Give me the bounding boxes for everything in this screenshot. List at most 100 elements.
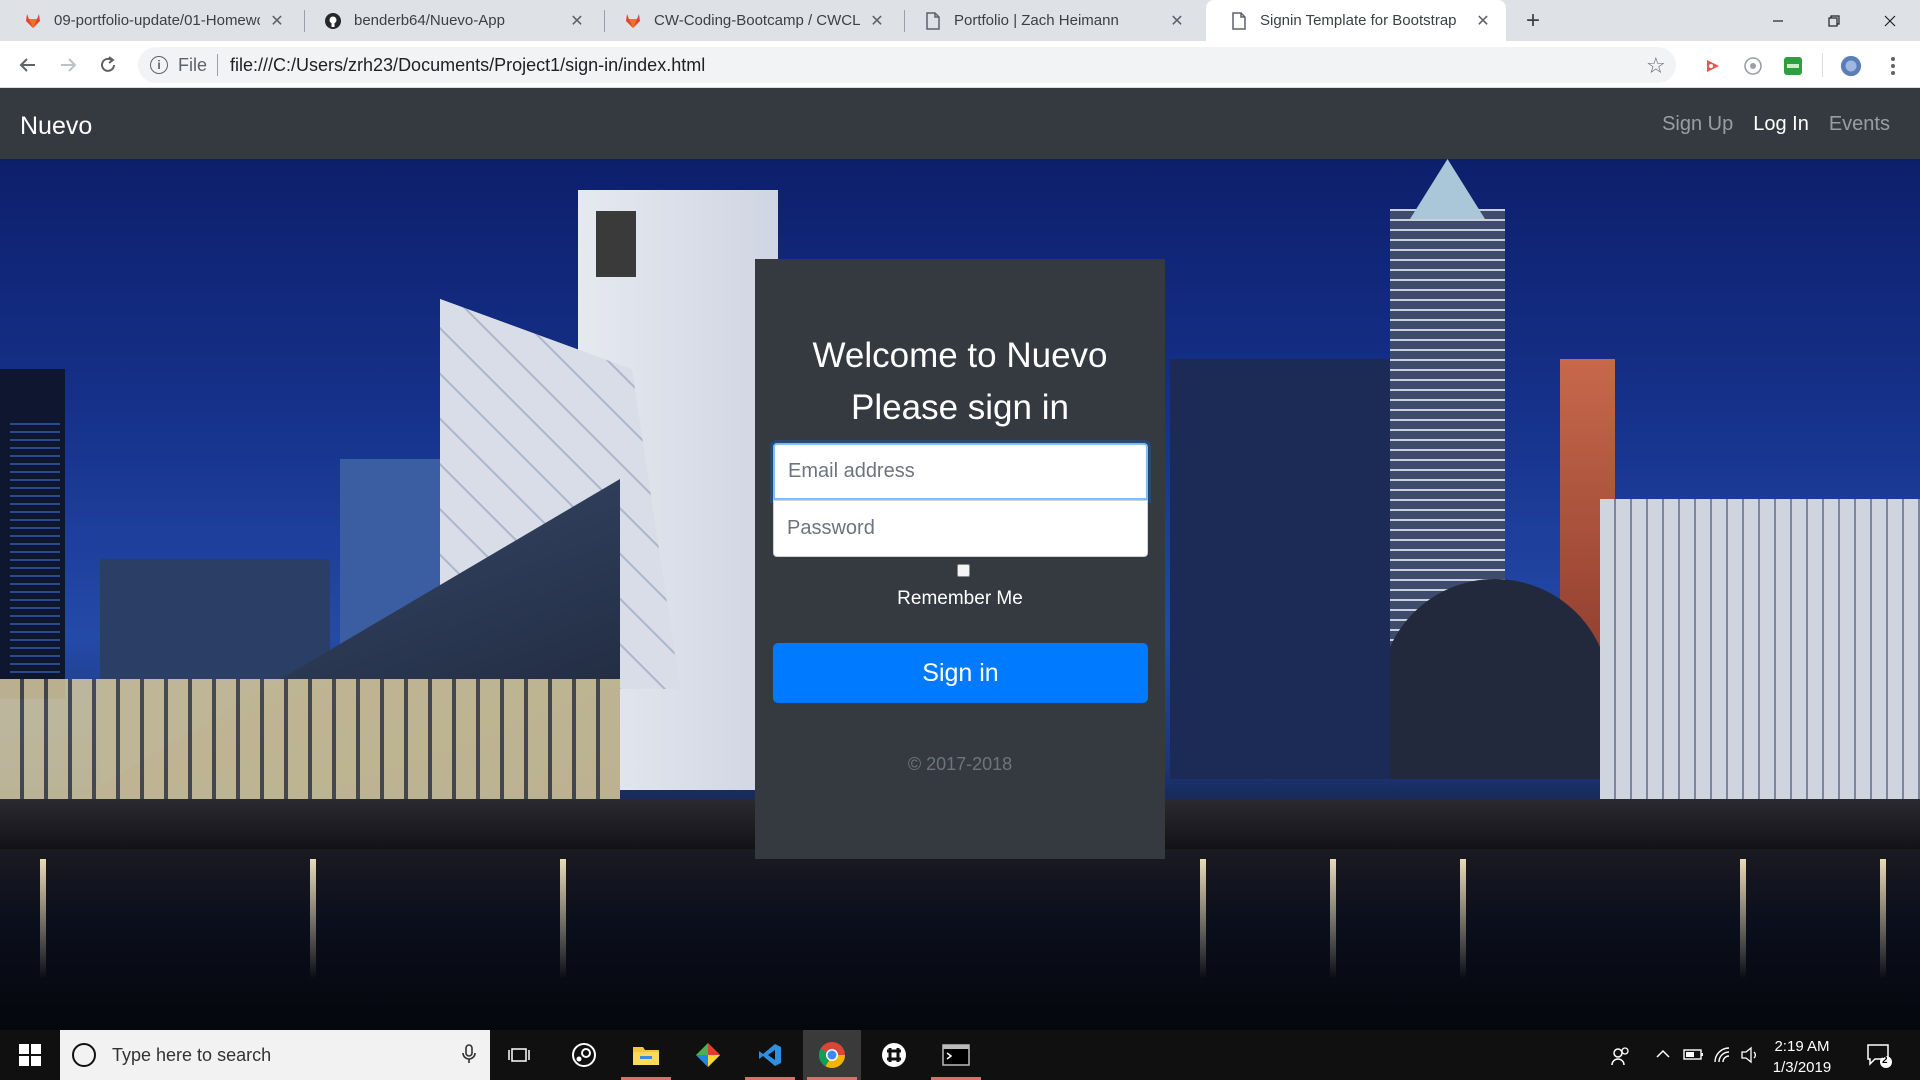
taskbar-app-steam[interactable] — [555, 1030, 613, 1080]
nav-link-events[interactable]: Events — [1829, 113, 1890, 136]
start-button[interactable] — [0, 1030, 60, 1080]
light-reflection — [1880, 859, 1886, 979]
email-input[interactable]: Email address — [773, 443, 1148, 500]
light-reflection — [1740, 859, 1746, 979]
signin-subheading: Please sign in — [851, 388, 1069, 427]
skyline-building — [10, 419, 60, 679]
light-reflection — [310, 859, 316, 979]
battery-icon[interactable] — [1683, 1046, 1705, 1067]
bookmark-star-icon[interactable]: ☆ — [1646, 53, 1666, 79]
terminal-icon — [942, 1044, 970, 1066]
back-arrow-icon — [19, 58, 35, 72]
water-reflection — [0, 849, 1920, 1030]
minimize-button[interactable] — [1750, 0, 1806, 41]
cortana-icon — [72, 1043, 96, 1067]
browser-tab[interactable]: benderb64/Nuevo-App ✕ — [300, 0, 600, 41]
extension-cast-icon[interactable] — [1702, 55, 1724, 77]
light-reflection — [40, 859, 46, 979]
chevron-up-icon[interactable] — [1655, 1046, 1671, 1067]
wifi-icon[interactable] — [1713, 1046, 1733, 1069]
folder-icon — [633, 1047, 659, 1065]
url-scheme-label: File — [178, 54, 208, 75]
tab-close-icon[interactable]: ✕ — [1474, 12, 1492, 30]
action-center-button[interactable]: 2 — [1866, 1042, 1892, 1073]
browser-tab[interactable]: 09-portfolio-update/01-Homewo ✕ — [0, 0, 300, 41]
extension-circle-icon[interactable] — [1742, 55, 1764, 77]
notification-icon — [1867, 1044, 1892, 1068]
taskbar-app-git[interactable] — [679, 1030, 737, 1080]
browser-tab[interactable]: Portfolio | Zach Heimann ✕ — [900, 0, 1200, 41]
new-tab-button[interactable]: + — [1520, 7, 1546, 34]
close-window-button[interactable] — [1862, 0, 1918, 41]
skyline-building — [596, 211, 636, 277]
info-icon[interactable]: i — [150, 56, 168, 74]
tab-close-icon[interactable]: ✕ — [268, 12, 286, 30]
restore-button[interactable] — [1806, 0, 1862, 41]
reload-icon — [101, 56, 115, 72]
browser-tab-active[interactable]: Signin Template for Bootstrap ✕ — [1206, 0, 1506, 41]
slack-icon — [882, 1043, 906, 1067]
skyline-building — [0, 679, 620, 799]
tab-title: benderb64/Nuevo-App — [354, 12, 505, 29]
people-icon[interactable] — [1610, 1046, 1630, 1071]
light-reflection — [560, 859, 566, 979]
gitlab-icon — [624, 12, 642, 30]
chrome-icon — [818, 1042, 846, 1069]
minimize-icon — [1773, 19, 1783, 22]
taskbar-app-file-explorer[interactable] — [617, 1030, 675, 1080]
windows-taskbar: Type here to search 2:19 AM 1/3/2019 2 — [0, 1030, 1920, 1080]
menu-kebab-icon[interactable] — [1882, 55, 1904, 77]
omnibox-separator — [217, 54, 219, 76]
profile-avatar-icon[interactable] — [1840, 55, 1862, 77]
taskbar-app-slack[interactable] — [865, 1030, 923, 1080]
url-text: file:///C:/Users/zrh23/Documents/Project… — [230, 54, 706, 75]
browser-tab[interactable]: CW-Coding-Bootcamp / CWCL20 ✕ — [600, 0, 900, 41]
tab-close-icon[interactable]: ✕ — [1168, 12, 1186, 30]
welcome-heading: Welcome to Nuevo — [812, 336, 1108, 375]
sign-in-button[interactable]: Sign in — [773, 643, 1148, 703]
taskbar-search[interactable]: Type here to search — [60, 1030, 490, 1080]
restore-icon — [1828, 14, 1840, 27]
toolbar-divider — [1822, 53, 1823, 77]
browser-toolbar: i File file:///C:/Users/zrh23/Documents/… — [0, 41, 1920, 88]
github-icon — [324, 12, 342, 30]
skyline-building — [1600, 499, 1920, 799]
clock-time: 2:19 AM — [1774, 1038, 1830, 1055]
task-view-icon — [508, 1048, 530, 1062]
address-bar[interactable]: i File file:///C:/Users/zrh23/Documents/… — [138, 47, 1676, 83]
remember-me-label[interactable]: Remember Me — [755, 588, 1165, 610]
taskbar-clock[interactable]: 2:19 AM 1/3/2019 — [1760, 1036, 1844, 1078]
windows-logo-icon — [19, 1044, 41, 1066]
password-input[interactable]: Password — [773, 500, 1148, 557]
tab-close-icon[interactable]: ✕ — [568, 12, 586, 30]
nav-link-sign-up[interactable]: Sign Up — [1662, 113, 1733, 136]
taskbar-app-vscode[interactable] — [741, 1030, 799, 1080]
search-placeholder: Type here to search — [112, 1044, 272, 1065]
copyright-text: © 2017-2018 — [907, 754, 1013, 774]
signin-card: Welcome to Nuevo Please sign in Email ad… — [755, 259, 1165, 859]
task-view-button[interactable] — [490, 1030, 548, 1080]
taskbar-app-terminal[interactable] — [927, 1030, 985, 1080]
light-reflection — [1200, 859, 1206, 979]
taskbar-app-chrome[interactable] — [803, 1030, 861, 1080]
steam-icon — [572, 1043, 596, 1067]
browser-tab-strip: 09-portfolio-update/01-Homewo ✕ benderb6… — [0, 0, 1920, 41]
volume-icon[interactable] — [1741, 1046, 1759, 1069]
light-reflection — [1460, 859, 1466, 979]
close-icon — [1884, 15, 1896, 26]
back-button[interactable] — [12, 49, 44, 81]
remember-me-checkbox[interactable] — [957, 564, 970, 577]
tab-close-icon[interactable]: ✕ — [868, 12, 886, 30]
notification-count: 2 — [1882, 1055, 1888, 1066]
microphone-icon[interactable] — [462, 1044, 476, 1069]
forward-button[interactable] — [52, 49, 84, 81]
tab-title: CW-Coding-Bootcamp / CWCL20 — [654, 12, 860, 29]
page-icon — [1230, 11, 1248, 30]
clock-date: 1/3/2019 — [1772, 1059, 1832, 1076]
git-kraken-icon — [696, 1043, 720, 1067]
skyline-building — [1170, 359, 1390, 779]
extension-cors-icon[interactable] — [1782, 55, 1804, 77]
nav-link-log-in[interactable]: Log In — [1753, 113, 1809, 136]
navbar-brand[interactable]: Nuevo — [20, 112, 92, 141]
reload-button[interactable] — [92, 49, 124, 81]
